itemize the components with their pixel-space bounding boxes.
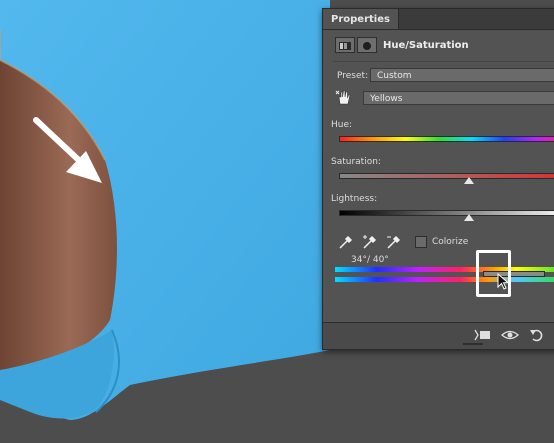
hue-slider[interactable]: [339, 136, 554, 142]
eyedropper-subtract-icon[interactable]: [385, 234, 401, 250]
panel-tab-bar: Properties: [323, 9, 554, 30]
hue-saturation-adjustment-icon[interactable]: [335, 37, 355, 53]
color-range-dropdown[interactable]: Yellows: [363, 91, 554, 105]
saturation-label: Saturation:: [331, 157, 381, 167]
visibility-eye-icon[interactable]: [501, 327, 519, 341]
properties-panel: Properties Hue/Saturation Preset: Custom…: [322, 8, 554, 350]
panel-footer: [323, 322, 554, 349]
adjustment-title: Hue/Saturation: [383, 40, 469, 51]
eyedropper-add-icon[interactable]: [361, 234, 377, 250]
saturation-slider[interactable]: [339, 173, 554, 179]
panel-resize-grip[interactable]: [463, 343, 483, 345]
reset-icon[interactable]: [529, 327, 545, 342]
hue-label: Hue:: [331, 120, 353, 130]
preset-label: Preset:: [337, 71, 369, 81]
lightness-label: Lightness:: [331, 194, 378, 204]
color-range-value: Yellows: [370, 94, 403, 104]
range-readout: 34°/ 40°: [351, 255, 389, 265]
lightness-slider-thumb[interactable]: [464, 214, 474, 221]
saturation-slider-thumb[interactable]: [464, 177, 474, 184]
colorize-checkbox[interactable]: [415, 236, 427, 248]
range-color-bar-bottom: [335, 277, 554, 282]
cursor-arrow-icon: [497, 272, 511, 295]
lightness-slider[interactable]: [339, 210, 554, 216]
tab-properties[interactable]: Properties: [323, 9, 399, 29]
eyedropper-icon[interactable]: [337, 234, 353, 250]
preset-value: Custom: [377, 71, 412, 81]
preset-dropdown[interactable]: Custom: [370, 68, 554, 82]
colorize-label: Colorize: [432, 237, 469, 247]
clip-to-layer-icon[interactable]: [473, 327, 491, 341]
targeted-adjustment-hand-icon[interactable]: [335, 89, 351, 105]
divider: [333, 61, 554, 62]
layer-mask-icon[interactable]: [357, 37, 377, 53]
